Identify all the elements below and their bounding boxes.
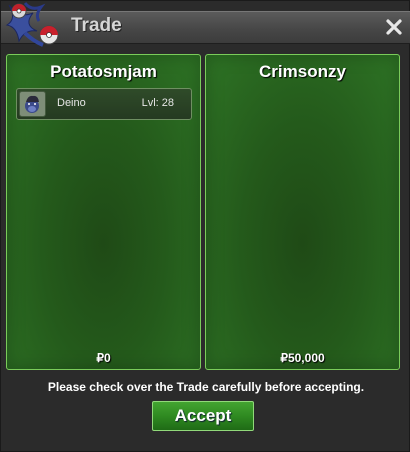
item-name: Deino	[57, 97, 86, 109]
deino-pokemon-icon	[19, 91, 46, 117]
window-title: Trade	[71, 15, 122, 36]
close-icon[interactable]	[383, 16, 405, 38]
player-name-right: Crimsonzy	[259, 62, 346, 81]
money-right: ₽50,000	[280, 351, 325, 365]
player-name-left: Potatosmjam	[50, 62, 157, 81]
trade-item-slot[interactable]: Deino Lvl: 28	[16, 88, 192, 120]
money-left: ₽0	[96, 351, 111, 365]
trade-window: Trade Potatosmjam Deino Lvl: 28 ₽0 Crims…	[0, 0, 410, 452]
accept-button[interactable]: Accept	[152, 401, 254, 431]
trade-notice: Please check over the Trade carefully be…	[47, 380, 365, 394]
pokeball-logo-icon	[3, 1, 65, 49]
item-level: Lvl: 28	[141, 97, 174, 109]
their-offer-panel: Crimsonzy ₽50,000	[205, 54, 400, 370]
my-offer-panel: Potatosmjam Deino Lvl: 28 ₽0	[6, 54, 201, 370]
